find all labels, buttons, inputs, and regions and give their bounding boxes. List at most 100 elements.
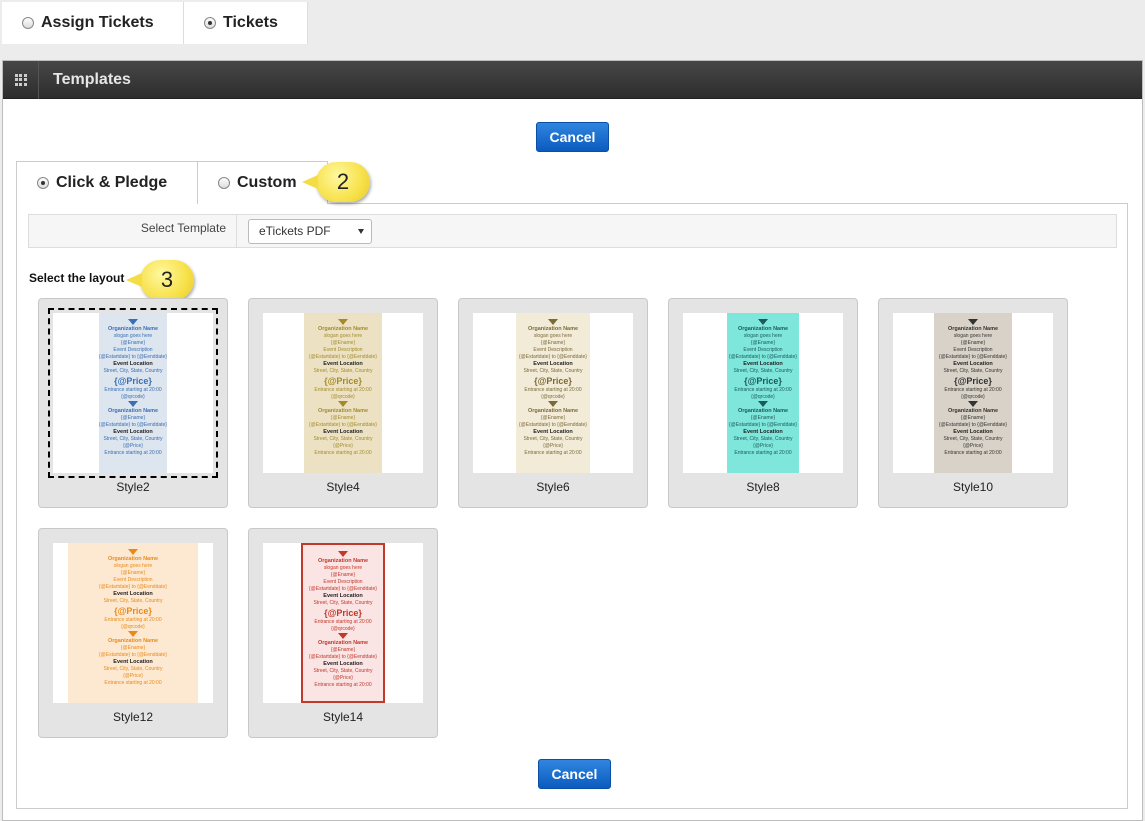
layout-card-style2[interactable]: Organization Name slogan goes here {@Ename… (38, 298, 228, 508)
cancel-button-bottom[interactable]: Cancel (538, 759, 611, 789)
layout-card-style12[interactable]: Organization Name slogan goes here {@Ename… (38, 528, 228, 738)
tab-assign-tickets[interactable]: Assign Tickets (2, 2, 184, 44)
diamond-logo-icon (338, 551, 348, 557)
ticket-line-loc: Street, City, State, Country (313, 368, 373, 374)
cancel-button-top[interactable]: Cancel (536, 122, 609, 152)
ticket-line-loc: Street, City, State, Country (733, 368, 793, 374)
ticket-line-entrance: Entrance starting at 20:00 (314, 619, 372, 625)
tab-tickets[interactable]: Tickets (184, 2, 308, 44)
ticket-line-qrcode: {@qrcode} (961, 394, 985, 400)
ticket-line-price: {@Price} (333, 675, 353, 681)
ticket-line-price: {@Price} (114, 376, 152, 386)
ticket-line-price: {@Price} (324, 376, 362, 386)
ticket-line-org: Organization Name (737, 326, 789, 332)
layout-preview[interactable]: Organization Name slogan goes here {@Ename… (683, 313, 843, 473)
diamond-logo-icon (338, 633, 348, 639)
ticket-line-entrance: Entrance starting at 20:00 (104, 450, 162, 456)
layout-card-style8[interactable]: Organization Name slogan goes here {@Ename… (668, 298, 858, 508)
diamond-logo-icon (968, 319, 978, 325)
ticket-line-price: {@Price} (744, 376, 782, 386)
ticket-line-desc: Event Description (323, 579, 363, 585)
diamond-logo-icon (548, 319, 558, 325)
ticket-line-ename: {@Ename} (540, 340, 566, 346)
ticket-line-entrance: Entrance starting at 20:00 (314, 387, 372, 393)
layout-name: Style2 (116, 480, 150, 494)
ticket-line-org: Organization Name (317, 558, 369, 564)
select-layout-label: Select the layout (29, 271, 125, 285)
diamond-logo-icon (128, 401, 138, 407)
ticket-line-desc: Event Description (113, 347, 153, 353)
callout-badge-3: 3 (126, 260, 194, 300)
ticket-line-ename: {@Ename} (330, 415, 356, 421)
ticket-preview: Organization Name slogan goes here {@Ename… (304, 313, 382, 473)
layout-preview[interactable]: Organization Name slogan goes here {@Ename… (473, 313, 633, 473)
layout-preview[interactable]: Organization Name slogan goes here {@Ename… (263, 313, 423, 473)
ticket-line-entrance: Entrance starting at 20:00 (314, 450, 372, 456)
ticket-preview: Organization Name slogan goes here {@Ename… (516, 313, 590, 473)
ticket-line-qrcode: {@qrcode} (751, 394, 775, 400)
ticket-line-loc_h: Event Location (533, 361, 573, 367)
ticket-line-loc_h: Event Location (743, 361, 783, 367)
layout-card-style4[interactable]: Organization Name slogan goes here {@Ename… (248, 298, 438, 508)
layout-name: Style8 (746, 480, 780, 494)
ticket-line-entrance: Entrance starting at 20:00 (104, 387, 162, 393)
layout-card-style6[interactable]: Organization Name slogan goes here {@Ename… (458, 298, 648, 508)
ticket-line-entrance: Entrance starting at 20:00 (314, 682, 372, 688)
ticket-line-price: {@Price} (543, 443, 563, 449)
ticket-line-price: {@Price} (324, 608, 362, 618)
callout-badge-2: 2 (302, 162, 370, 202)
template-select[interactable]: eTickets PDF (248, 219, 372, 244)
ticket-line-qrcode: {@qrcode} (541, 394, 565, 400)
layout-name: Style14 (322, 710, 364, 724)
ticket-line-loc_h: Event Location (323, 661, 363, 667)
diamond-logo-icon (128, 549, 138, 555)
radio-selected-icon[interactable] (37, 177, 49, 189)
layout-card-style14[interactable]: Organization Name slogan goes here {@Ename… (248, 528, 438, 738)
layout-preview[interactable]: Organization Name slogan goes here {@Ename… (893, 313, 1053, 473)
ticket-line-loc: Street, City, State, Country (103, 598, 163, 604)
ticket-line-ename: {@Ename} (540, 415, 566, 421)
ticket-line-loc_h: Event Location (113, 361, 153, 367)
panel-header: Templates (3, 60, 1142, 99)
radio-selected-icon[interactable] (204, 17, 216, 29)
ticket-line-dates: {@Estartdate} to {@Eenddate} (309, 422, 377, 428)
ticket-line-ename: {@Ename} (750, 340, 776, 346)
ticket-line-ename: {@Ename} (330, 572, 356, 578)
ticket-line-org: Organization Name (527, 326, 579, 332)
ticket-line-ename: {@Ename} (330, 647, 356, 653)
ticket-line-dates: {@Estartdate} to {@Eenddate} (99, 422, 167, 428)
layout-preview[interactable]: Organization Name slogan goes here {@Ename… (53, 543, 213, 703)
layout-preview[interactable]: Organization Name slogan goes here {@Ename… (48, 308, 218, 478)
ticket-line-loc: Street, City, State, Country (103, 666, 163, 672)
ticket-line-dates: {@Estartdate} to {@Eenddate} (309, 654, 377, 660)
ticket-line-loc_h: Event Location (323, 361, 363, 367)
ticket-line-price: {@Price} (963, 443, 983, 449)
layout-card-style10[interactable]: Organization Name slogan goes here {@Ename… (878, 298, 1068, 508)
ticket-line-org: Organization Name (107, 408, 159, 414)
ticket-line-ename: {@Ename} (120, 340, 146, 346)
ticket-line-dates: {@Estartdate} to {@Eenddate} (729, 354, 797, 360)
ticket-line-qrcode: {@qrcode} (331, 626, 355, 632)
tab-label: Assign Tickets (41, 14, 154, 31)
ticket-line-dates: {@Estartdate} to {@Eenddate} (99, 584, 167, 590)
layout-name: Style12 (112, 710, 154, 724)
ticket-line-ename: {@Ename} (960, 415, 986, 421)
ticket-preview: Organization Name slogan goes here {@Ename… (727, 313, 799, 473)
ticket-line-org: Organization Name (947, 326, 999, 332)
ticket-line-tagline: slogan goes here (323, 333, 363, 339)
ticket-line-loc_h: Event Location (323, 593, 363, 599)
radio-icon[interactable] (218, 177, 230, 189)
diamond-logo-icon (758, 401, 768, 407)
ticket-line-entrance: Entrance starting at 20:00 (734, 387, 792, 393)
radio-icon[interactable] (22, 17, 34, 29)
ticket-line-entrance: Entrance starting at 20:00 (944, 387, 1002, 393)
layout-name: Style6 (536, 480, 570, 494)
layout-preview[interactable]: Organization Name slogan goes here {@Ename… (263, 543, 423, 703)
ticket-line-ename: {@Ename} (330, 340, 356, 346)
tab-click-and-pledge[interactable]: Click & Pledge (16, 161, 198, 204)
ticket-line-loc: Street, City, State, Country (313, 668, 373, 674)
template-select-value: eTickets PDF (259, 224, 331, 238)
ticket-line-ename: {@Ename} (120, 645, 146, 651)
ticket-line-loc: Street, City, State, Country (523, 436, 583, 442)
ticket-line-dates: {@Estartdate} to {@Eenddate} (309, 586, 377, 592)
